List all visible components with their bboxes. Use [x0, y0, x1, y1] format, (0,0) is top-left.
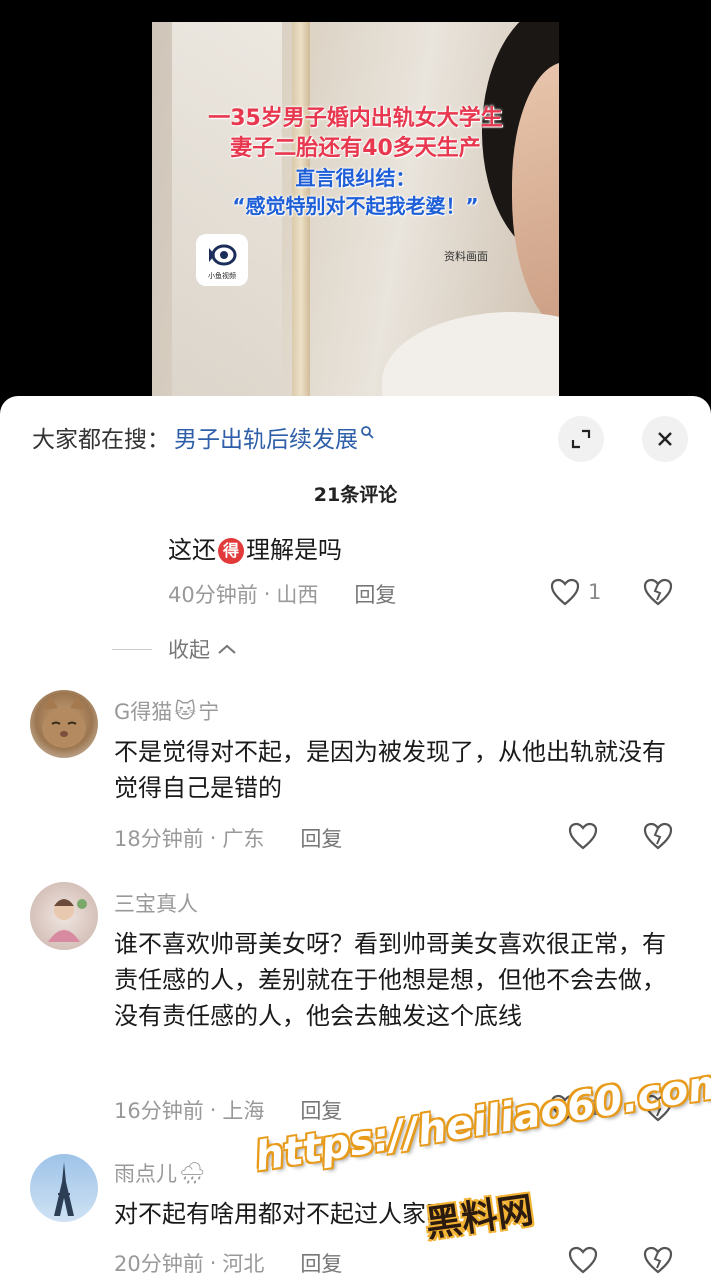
- comment-text: 谁不喜欢帅哥美女呀？看到帅哥美女喜欢很正常，有责任感的人，差别就在于他想是想，但…: [114, 930, 666, 1030]
- comment-meta: 20分钟前 · 河北 回复: [114, 1248, 342, 1278]
- eiffel-tower-avatar-icon: [54, 1162, 74, 1216]
- video-player[interactable]: 一35岁男子婚内出轨女大学生 妻子二胎还有40多天生产 直言很纠结： “感觉特别…: [152, 22, 559, 398]
- rain-cloud-icon: 🌧: [179, 1160, 206, 1185]
- dislike-button[interactable]: [643, 822, 673, 854]
- expand-icon: [571, 429, 591, 449]
- channel-logo: 小鱼视频: [196, 234, 248, 286]
- search-icon: [360, 425, 374, 443]
- username-text: G得猫: [114, 700, 173, 724]
- comment-text: 对不起有啥用都对不起过人家吧: [114, 1196, 686, 1232]
- heart-icon: [568, 822, 598, 850]
- close-button[interactable]: [642, 416, 688, 462]
- heart-icon: [550, 578, 580, 606]
- comment-username[interactable]: 三宝真人: [114, 888, 198, 918]
- comment-text: 这还得理解是吗: [168, 532, 342, 568]
- trending-search[interactable]: 大家都在搜： 男子出轨后续发展: [32, 420, 374, 454]
- comment-time: 18分钟前: [114, 827, 204, 851]
- comment-text-main: 对不起有啥用都对不起: [114, 1200, 354, 1228]
- avatar[interactable]: [30, 690, 98, 758]
- reply-button[interactable]: 回复: [300, 823, 342, 853]
- avatar[interactable]: [30, 882, 98, 950]
- comment-text-before: 这还: [168, 536, 216, 564]
- like-button[interactable]: 1: [550, 578, 601, 606]
- cat-avatar-icon: [42, 696, 86, 748]
- video-headline-line-3: 直言很纠结：: [295, 166, 416, 190]
- like-button[interactable]: [568, 1246, 598, 1274]
- comment-text: 不是觉得对不起，是因为被发现了，从他出轨就没有觉得自己是错的: [114, 738, 666, 802]
- dislike-button[interactable]: [643, 578, 673, 610]
- comment-meta: 40分钟前 · 山西 回复: [168, 579, 396, 609]
- channel-logo-text: 小鱼视频: [208, 271, 236, 280]
- video-headline-line-2: 妻子二胎还有40多天生产: [230, 136, 481, 161]
- avatar[interactable]: [30, 1154, 98, 1222]
- video-headline-line-1: 一35岁男子婚内出轨女大学生: [208, 106, 503, 131]
- illustration-avatar-icon: [48, 899, 87, 942]
- chevron-up-icon: [218, 644, 236, 654]
- comment-location: 上海: [222, 1099, 265, 1123]
- divider: [112, 648, 152, 650]
- comment-location: 广东: [222, 827, 265, 851]
- close-icon: [658, 432, 672, 446]
- username-text: 雨点儿: [114, 1162, 177, 1186]
- broken-heart-icon: [643, 822, 673, 850]
- broken-heart-icon: [643, 578, 673, 606]
- reply-button[interactable]: 回复: [300, 1248, 342, 1278]
- comment-location: 山西: [276, 583, 319, 607]
- reply-button[interactable]: 回复: [354, 579, 396, 609]
- heart-icon: [568, 1246, 598, 1274]
- comment-username[interactable]: G得猫 🐱 宁: [114, 696, 219, 726]
- fish-logo-icon: [209, 244, 237, 265]
- like-button[interactable]: [568, 822, 598, 850]
- badge-icon: 得: [218, 538, 244, 564]
- trending-search-prefix: 大家都在搜：: [32, 427, 170, 453]
- comment-meta: 16分钟前 · 上海 回复: [114, 1095, 342, 1125]
- comment-meta: 18分钟前 · 广东 回复: [114, 823, 342, 853]
- collapse-label: 收起: [168, 638, 210, 662]
- username-suffix: 宁: [198, 700, 220, 724]
- cat-face-icon: 🐱: [174, 699, 197, 723]
- comment-time: 20分钟前: [114, 1252, 204, 1276]
- comment-username[interactable]: 雨点儿 🌧: [114, 1158, 206, 1188]
- video-headline-line-4: “感觉特别对不起我老婆！”: [232, 194, 479, 218]
- broken-heart-icon: [643, 1246, 673, 1274]
- trending-search-term[interactable]: 男子出轨后续发展: [174, 420, 358, 454]
- dislike-button[interactable]: [643, 1246, 673, 1278]
- collapse-replies[interactable]: 收起: [112, 634, 238, 664]
- reply-button[interactable]: 回复: [300, 1095, 342, 1125]
- comment-text-after: 理解是吗: [246, 536, 342, 564]
- material-tag: 资料画面: [444, 250, 488, 263]
- video-person-shoulder: [382, 312, 559, 398]
- expand-button[interactable]: [558, 416, 604, 462]
- comment-time: 16分钟前: [114, 1099, 204, 1123]
- comment-time: 40分钟前: [168, 583, 258, 607]
- comment-count: 21条评论: [313, 484, 398, 506]
- like-count: 1: [588, 580, 602, 604]
- comment-location: 河北: [222, 1252, 265, 1276]
